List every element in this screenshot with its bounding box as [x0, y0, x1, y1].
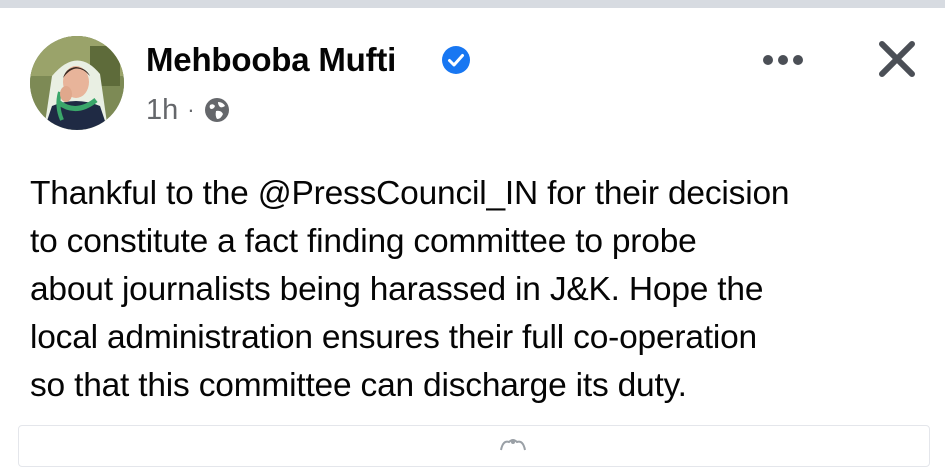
close-icon — [879, 41, 915, 77]
link-attachment-preview[interactable] — [18, 425, 930, 467]
post-text: Thankful to the @PressCouncil_IN for the… — [30, 175, 790, 404]
close-button[interactable] — [870, 32, 924, 86]
timestamp-link[interactable]: 1h — [146, 92, 178, 128]
more-options-button[interactable] — [758, 40, 808, 80]
meta-separator: · — [187, 97, 195, 122]
avatar[interactable] — [30, 36, 124, 130]
emblem-icon — [500, 439, 526, 451]
more-horizontal-icon — [763, 55, 803, 65]
post-meta: 1h · — [146, 92, 231, 128]
feed-background-strip — [0, 0, 945, 8]
author-name[interactable]: Mehbooba Mufti — [146, 40, 396, 80]
verified-badge-icon — [442, 46, 470, 74]
globe-icon[interactable] — [203, 96, 231, 124]
